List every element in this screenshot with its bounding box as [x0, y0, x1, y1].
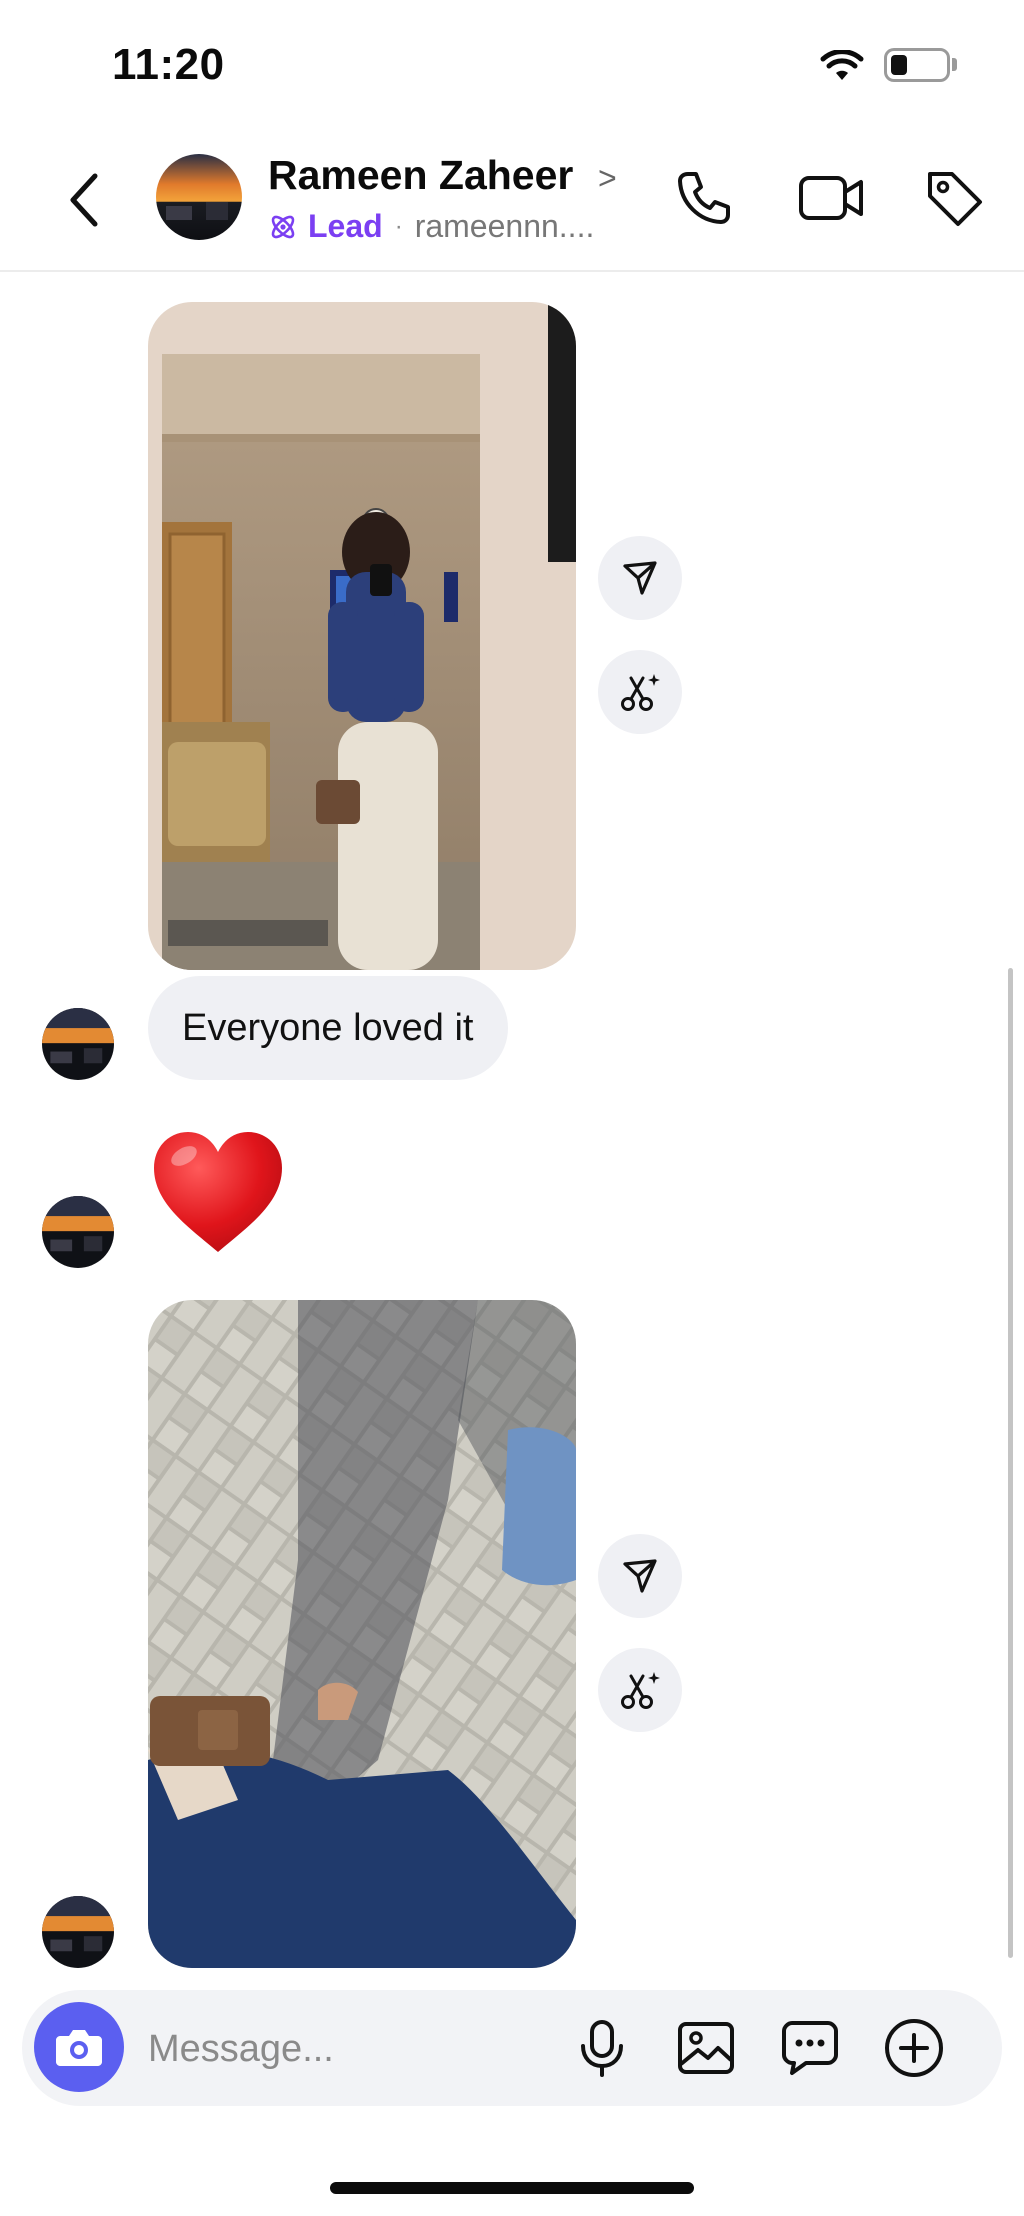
chevron-right-icon[interactable]: >: [598, 160, 617, 197]
tag-icon: [928, 172, 982, 226]
call-button[interactable]: [668, 162, 740, 234]
video-icon: [799, 176, 863, 220]
contact-name[interactable]: Rameen Zaheer: [268, 152, 573, 199]
message-photo[interactable]: [148, 302, 576, 970]
chat-header: Rameen Zaheer > Lead · rameennn....: [0, 130, 1024, 272]
gallery-button[interactable]: [672, 2014, 740, 2082]
chat-bubble-icon: [782, 2021, 838, 2075]
send-icon: [623, 561, 657, 595]
message-composer: [22, 1990, 1002, 2106]
battery-tip: [952, 58, 957, 71]
ai-edit-button[interactable]: [598, 1648, 682, 1732]
camera-icon: [56, 2030, 102, 2066]
share-button[interactable]: [598, 1534, 682, 1618]
ai-scissors-icon: [621, 1672, 660, 1709]
message-input[interactable]: [146, 2008, 570, 2090]
camera-button[interactable]: [34, 2002, 124, 2092]
scrollbar[interactable]: [1008, 968, 1013, 1958]
plus-circle-icon: [885, 2019, 943, 2077]
message-bubble[interactable]: Everyone loved it: [148, 976, 508, 1080]
atom-icon: [271, 215, 295, 238]
wifi-icon: [820, 49, 864, 87]
sender-avatar[interactable]: [42, 1896, 114, 1968]
lead-row: Lead · rameennn....: [268, 208, 594, 245]
contact-handle: rameennn....: [414, 208, 595, 244]
phone-icon: [678, 172, 730, 224]
microphone-icon: [581, 2020, 623, 2077]
send-icon: [623, 1559, 657, 1593]
sticker-button[interactable]: [776, 2014, 844, 2082]
separator-dot: ·: [394, 212, 403, 240]
message-text: Everyone loved it: [182, 1006, 474, 1049]
more-options-button[interactable]: [880, 2014, 948, 2082]
lead-label[interactable]: Lead: [308, 208, 383, 245]
avatar[interactable]: [156, 154, 242, 240]
video-call-button[interactable]: [792, 162, 872, 234]
heart-emoji-message[interactable]: [150, 1128, 286, 1261]
share-button[interactable]: [598, 536, 682, 620]
battery-icon: [884, 48, 950, 82]
sender-avatar[interactable]: [42, 1008, 114, 1080]
label-button[interactable]: [918, 162, 990, 234]
message-photo[interactable]: [148, 1300, 576, 1968]
voice-message-button[interactable]: [568, 2014, 636, 2082]
home-indicator[interactable]: [330, 2182, 694, 2194]
status-time: 11:20: [112, 40, 225, 89]
heart-icon: [154, 1132, 282, 1252]
ai-edit-button[interactable]: [598, 650, 682, 734]
image-icon: [678, 2022, 734, 2074]
ai-scissors-icon: [621, 674, 660, 711]
sender-avatar[interactable]: [42, 1196, 114, 1268]
back-button[interactable]: [54, 170, 114, 230]
chevron-left-icon: [70, 173, 98, 227]
